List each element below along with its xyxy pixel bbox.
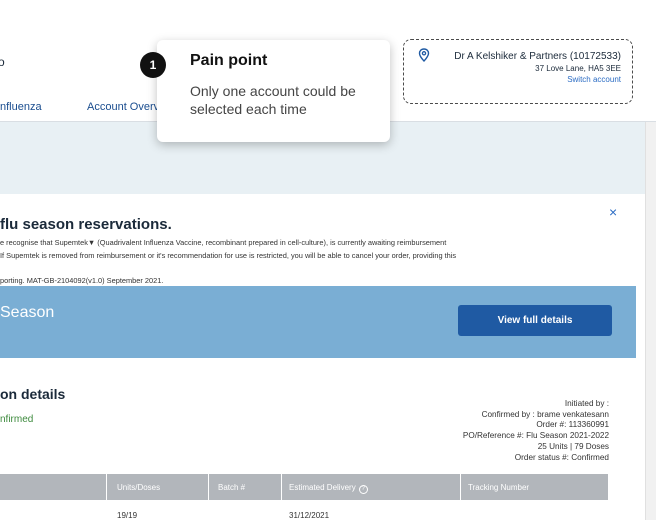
- notice-text-line: If Supemtek is removed from reimbursemen…: [0, 251, 457, 260]
- column-separator: [208, 474, 209, 500]
- meta-units-doses: 25 Units | 79 Doses: [537, 441, 609, 451]
- column-separator: [460, 474, 461, 500]
- column-header-units-doses: Units/Doses: [117, 483, 161, 492]
- estimated-delivery-label: Estimated Delivery: [289, 483, 356, 492]
- meta-initiated-by: Initiated by :: [564, 399, 609, 408]
- table-header: Units/Doses Batch # Estimated Delivery? …: [0, 474, 608, 500]
- meta-order-number: Order #: 113360991: [536, 420, 609, 430]
- switch-account-link[interactable]: Switch account: [567, 75, 621, 84]
- meta-confirmed-by: Confirmed by : brame venkatesann: [481, 409, 609, 419]
- column-header-estimated-delivery: Estimated Delivery?: [289, 483, 368, 494]
- close-icon[interactable]: ×: [609, 204, 617, 220]
- callout-title: Pain point: [190, 52, 268, 69]
- view-full-details-button[interactable]: View full details: [458, 305, 612, 336]
- order-meta: Initiated by : Confirmed by : brame venk…: [463, 399, 609, 463]
- details-title: on details: [0, 386, 66, 402]
- account-selector[interactable]: Dr A Kelshiker & Partners (10172533) 37 …: [403, 39, 633, 104]
- column-header-tracking-number: Tracking Number: [468, 483, 530, 492]
- nav-item-influenza[interactable]: nfluenza: [0, 101, 42, 113]
- account-name: Dr A Kelshiker & Partners (10172533): [454, 51, 621, 62]
- status-text: nfirmed: [0, 414, 34, 425]
- meta-po-reference: PO/Reference #: Flu Season 2021-2022: [462, 431, 609, 441]
- page-scrollbar[interactable]: [645, 122, 656, 520]
- column-separator: [281, 474, 282, 500]
- logo-fragment: o: [0, 55, 5, 69]
- notice-title: flu season reservations.: [0, 216, 172, 233]
- season-banner: Season View full details: [0, 286, 636, 358]
- column-separator: [106, 474, 107, 500]
- nav-item-account-overview[interactable]: Account Overv: [87, 101, 159, 113]
- location-pin-icon: [418, 48, 430, 62]
- meta-order-status: Order status #: Confirmed: [514, 452, 609, 462]
- season-title: Season: [0, 304, 55, 321]
- help-icon[interactable]: ?: [358, 485, 368, 494]
- column-header-batch: Batch #: [218, 483, 246, 492]
- callout-number-badge: 1: [140, 52, 166, 78]
- notice-reference-line: porting. MAT-GB-2104092(v1.0) September …: [0, 276, 164, 285]
- cell-units-doses: 19/19: [117, 511, 138, 520]
- cell-estimated-delivery: 31/12/2021: [289, 511, 330, 520]
- pain-point-callout: 1 Pain point Only one account could be s…: [140, 40, 390, 142]
- callout-body: Only one account could be selected each …: [190, 83, 356, 117]
- account-address: 37 Love Lane, HA5 3EE: [535, 64, 621, 73]
- notice-text-line: e recognise that Supemtek▼ (Quadrivalent…: [0, 238, 447, 247]
